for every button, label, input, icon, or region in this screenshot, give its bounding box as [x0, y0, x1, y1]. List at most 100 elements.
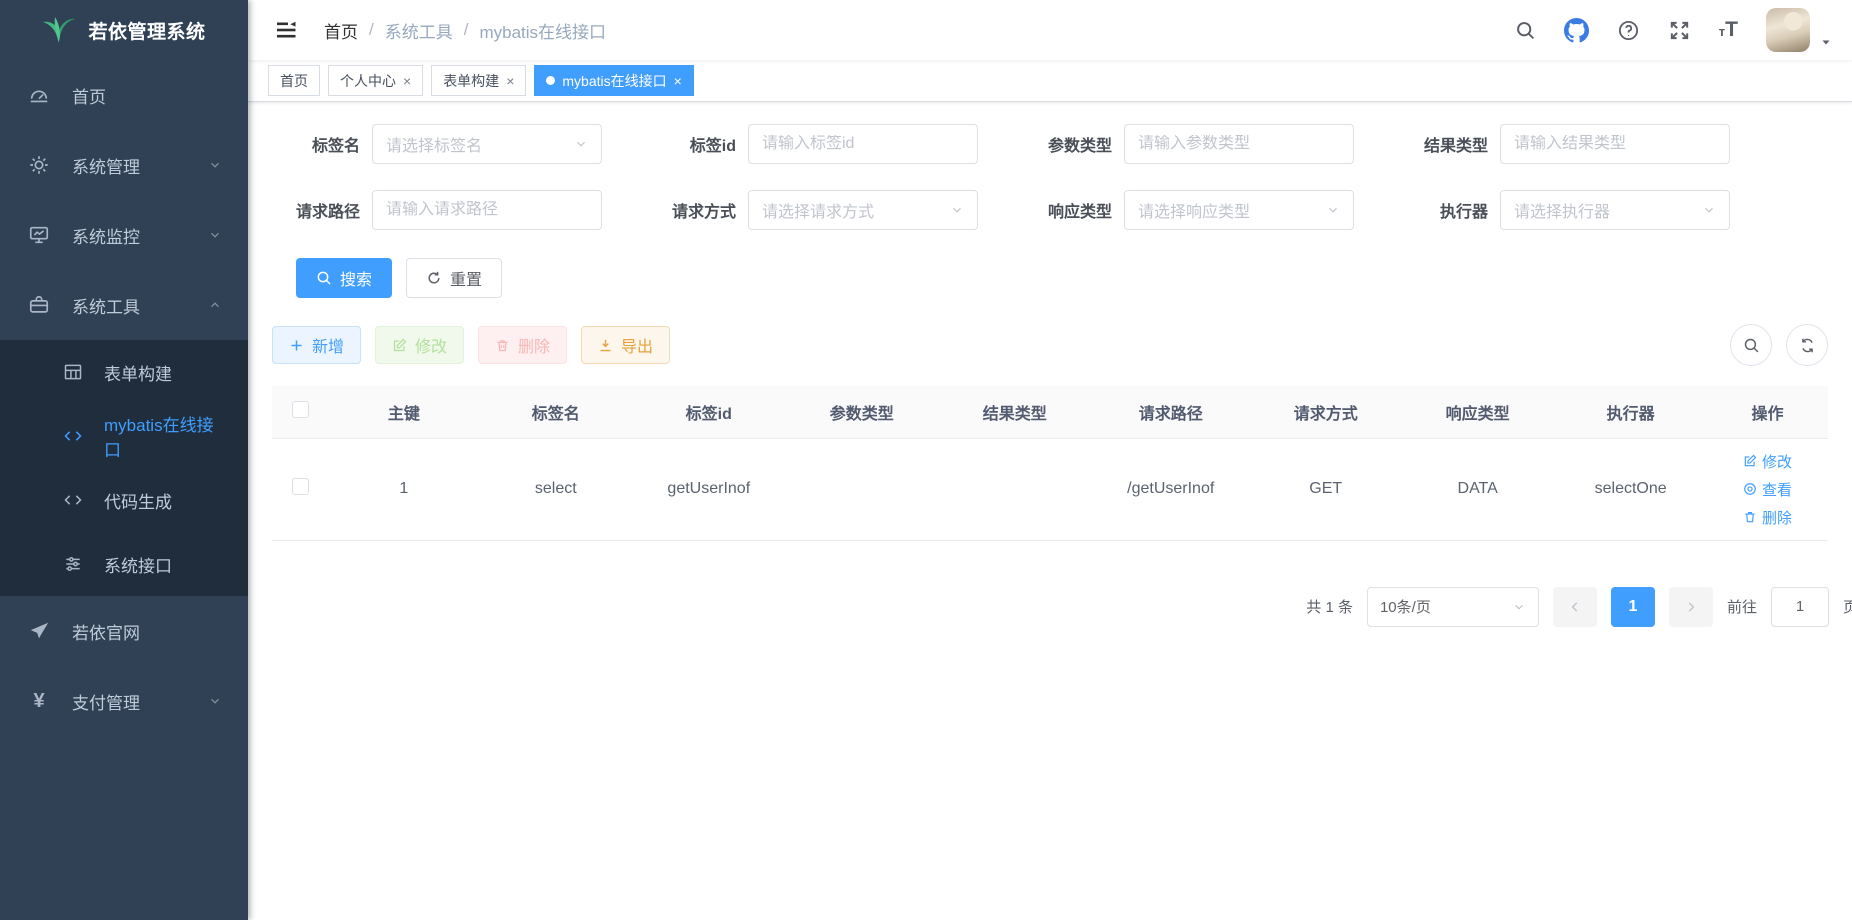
app-title: 若依管理系统 [88, 17, 205, 44]
app-logo[interactable]: 若依管理系统 [0, 0, 248, 60]
chevron-down-icon [1702, 203, 1716, 217]
sidebar-item-label: 若依官网 [72, 619, 140, 644]
tab-profile[interactable]: 个人中心 × [328, 65, 423, 96]
row-view-link[interactable]: 查看 [1743, 479, 1792, 500]
column-header: 操作 [1707, 386, 1828, 438]
edit-icon [392, 338, 407, 353]
param-type-input-wrap [1124, 124, 1354, 164]
close-icon[interactable]: × [674, 73, 682, 89]
breadcrumb-home[interactable]: 首页 [324, 18, 358, 43]
help-icon[interactable] [1617, 19, 1640, 42]
edit-icon [1743, 454, 1757, 468]
breadcrumb-separator: / [464, 20, 469, 40]
tab-label: mybatis在线接口 [562, 71, 666, 91]
sidebar-item-label: mybatis在线接口 [104, 411, 222, 461]
cell-param-type [785, 438, 938, 540]
column-header: 标签id [632, 386, 785, 438]
cell-operations: 修改 查看 删除 [1707, 438, 1828, 540]
avatar[interactable] [1766, 8, 1810, 52]
filter-param-type: 参数类型 [1024, 124, 1354, 164]
active-tab-dot [546, 76, 555, 85]
filter-label-name: 标签名 请选择标签名 [272, 124, 602, 164]
sidebar-item-label: 系统工具 [72, 293, 140, 318]
add-button[interactable]: 新增 [272, 326, 361, 364]
refresh-table-button[interactable] [1786, 324, 1828, 366]
logo-plant-icon [42, 15, 76, 45]
tab-home[interactable]: 首页 [268, 65, 320, 96]
sidebar-toggle-icon[interactable] [268, 18, 304, 42]
font-size-icon[interactable]: тT [1719, 18, 1738, 42]
chevron-up-icon [208, 298, 222, 312]
request-method-select[interactable]: 请选择请求方式 [748, 190, 978, 230]
chevron-down-icon [1512, 600, 1526, 614]
reset-button[interactable]: 重置 [406, 258, 502, 298]
chevron-down-icon [208, 694, 222, 708]
sidebar-menu: 首页 系统管理 [0, 60, 248, 736]
prev-page-button[interactable] [1553, 587, 1597, 627]
close-icon[interactable]: × [506, 73, 514, 89]
next-page-button[interactable] [1669, 587, 1713, 627]
row-edit-link[interactable]: 修改 [1743, 451, 1792, 472]
field-label: 标签名 [272, 132, 360, 156]
table-row[interactable]: 1 select getUserInof /getUserInof GET DA… [272, 438, 1828, 540]
field-label: 响应类型 [1024, 198, 1112, 222]
sidebar-item-system-manage[interactable]: 系统管理 [0, 130, 248, 200]
tab-mybatis-api[interactable]: mybatis在线接口 × [534, 65, 693, 96]
request-path-input[interactable] [386, 201, 588, 219]
cell-label-id: getUserInof [632, 438, 785, 540]
edit-button[interactable]: 修改 [375, 326, 464, 364]
breadcrumb-system-tools[interactable]: 系统工具 [385, 18, 453, 43]
toggle-search-button[interactable] [1730, 324, 1772, 366]
response-type-select[interactable]: 请选择响应类型 [1124, 190, 1354, 230]
sidebar-item-system-monitor[interactable]: 系统监控 [0, 200, 248, 270]
github-icon[interactable] [1564, 18, 1589, 43]
download-icon [598, 338, 613, 353]
cell-request-method: GET [1250, 438, 1401, 540]
search-button[interactable]: 搜索 [296, 258, 392, 298]
table-header-row: 主键 标签名 标签id 参数类型 结果类型 请求路径 请求方式 响应类型 执行器… [272, 386, 1828, 438]
sidebar-item-system-api[interactable]: 系统接口 [0, 532, 248, 596]
label-id-input[interactable] [762, 135, 964, 153]
goto-page-input[interactable] [1771, 587, 1829, 627]
tab-form-builder[interactable]: 表单构建 × [431, 65, 526, 96]
sidebar-item-label: 代码生成 [104, 488, 172, 513]
page-size-select[interactable]: 10条/页 [1367, 587, 1539, 627]
executor-select[interactable]: 请选择执行器 [1500, 190, 1730, 230]
sidebar-item-system-tools[interactable]: 系统工具 [0, 270, 248, 340]
mybatis-api-table: 主键 标签名 标签id 参数类型 结果类型 请求路径 请求方式 响应类型 执行器… [272, 386, 1828, 541]
cell-label-name: select [479, 438, 632, 540]
fullscreen-icon[interactable] [1668, 19, 1691, 42]
page-number-1[interactable]: 1 [1611, 587, 1655, 627]
row-delete-link[interactable]: 删除 [1743, 507, 1792, 528]
sidebar-item-official-site[interactable]: 若依官网 [0, 596, 248, 666]
label-name-select[interactable]: 请选择标签名 [372, 124, 602, 164]
sidebar-item-payment[interactable]: ¥ 支付管理 [0, 666, 248, 736]
delete-button[interactable]: 删除 [478, 326, 567, 364]
sidebar-item-form-builder[interactable]: 表单构建 [0, 340, 248, 404]
search-icon[interactable] [1515, 20, 1536, 41]
row-checkbox[interactable] [292, 478, 309, 495]
column-header: 主键 [328, 386, 479, 438]
request-path-input-wrap [372, 190, 602, 230]
sidebar-item-mybatis-api[interactable]: mybatis在线接口 [0, 404, 248, 468]
select-all-checkbox[interactable] [292, 401, 309, 418]
filter-request-method: 请求方式 请选择请求方式 [648, 190, 978, 230]
filter-result-type: 结果类型 [1400, 124, 1730, 164]
result-type-input[interactable] [1514, 135, 1716, 153]
user-menu[interactable] [1766, 8, 1832, 52]
field-label: 请求路径 [272, 198, 360, 222]
sidebar-item-home[interactable]: 首页 [0, 60, 248, 130]
export-button[interactable]: 导出 [581, 326, 670, 364]
cell-primary-key: 1 [328, 438, 479, 540]
filter-request-path: 请求路径 [272, 190, 602, 230]
sidebar-item-code-gen[interactable]: 代码生成 [0, 468, 248, 532]
refresh-icon [426, 270, 442, 286]
plus-icon [289, 338, 304, 353]
dashboard-icon [26, 82, 52, 108]
close-icon[interactable]: × [403, 73, 411, 89]
breadcrumb: 首页 / 系统工具 / mybatis在线接口 [324, 18, 606, 43]
sidebar-item-label: 系统监控 [72, 223, 140, 248]
param-type-input[interactable] [1138, 135, 1340, 153]
cell-executor: selectOne [1554, 438, 1707, 540]
cell-request-path: /getUserInof [1091, 438, 1250, 540]
